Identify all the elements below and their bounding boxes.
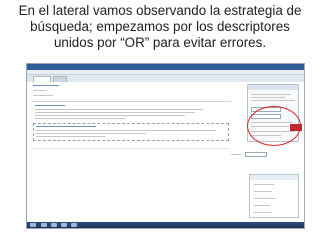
results-heading (33, 85, 59, 86)
filter-item[interactable] (254, 191, 272, 192)
panel-text (251, 100, 295, 101)
divider (33, 148, 229, 149)
result-text (35, 109, 203, 110)
start-icon[interactable] (30, 223, 36, 227)
taskbar-app-icon[interactable] (51, 223, 57, 227)
search-results-page (27, 82, 304, 223)
caption-line-1: En el lateral vamos observando la estrat… (18, 3, 302, 18)
caption-line-3: unidos por “OR” para evitar errores. (53, 35, 267, 50)
result-text (35, 115, 185, 116)
taskbar-app-icon[interactable] (41, 223, 47, 227)
browser-tabbar (27, 75, 304, 82)
filter-item[interactable] (254, 212, 272, 213)
taskbar-app-icon[interactable] (71, 223, 77, 227)
filter-label (231, 154, 241, 155)
embedded-screenshot (26, 63, 305, 229)
filters-panel (249, 174, 299, 218)
filter-item[interactable] (254, 198, 276, 199)
panel-header (250, 175, 298, 180)
result-text (35, 112, 195, 113)
filter-item[interactable] (254, 205, 270, 206)
result-text (36, 130, 216, 131)
annotation-marker (290, 124, 302, 131)
divider (31, 101, 231, 102)
filter-select[interactable] (245, 152, 267, 157)
filter-item[interactable] (254, 184, 274, 185)
result-title (36, 126, 96, 127)
results-subheading (33, 90, 47, 91)
results-count (33, 95, 53, 96)
panel-header (248, 85, 298, 90)
panel-text (251, 94, 291, 95)
panel-text (251, 97, 285, 98)
result-text (35, 118, 125, 119)
slide-caption: En el lateral vamos observando la estrat… (4, 3, 316, 51)
result-text (36, 133, 146, 134)
caption-line-2: búsqueda; empezamos por los descriptores (30, 19, 290, 34)
windows-taskbar (27, 222, 304, 228)
result-title (35, 105, 65, 106)
taskbar-app-icon[interactable] (61, 223, 67, 227)
result-text (36, 136, 106, 137)
